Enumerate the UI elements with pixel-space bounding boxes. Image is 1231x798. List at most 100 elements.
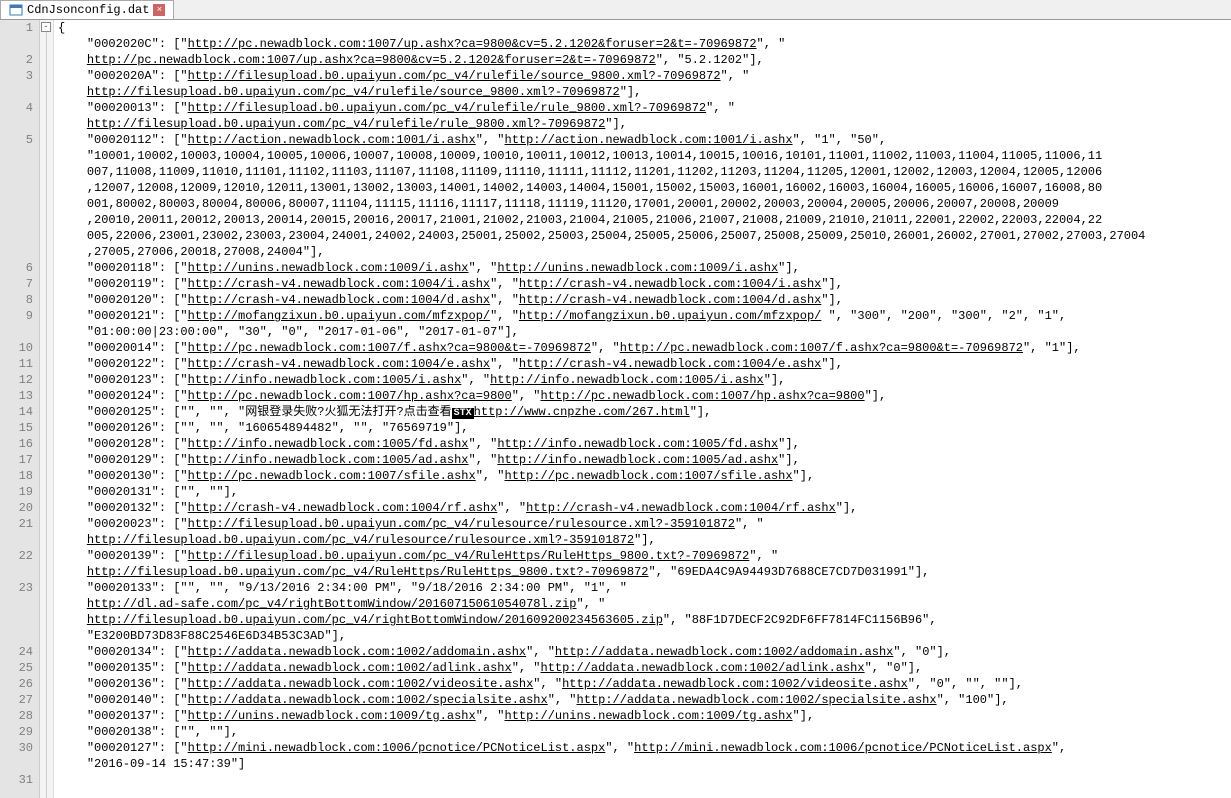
code-text: "00020130": [" <box>87 469 188 483</box>
code-line: 001,80002,80003,80004,80006,80007,11104,… <box>58 196 1231 212</box>
code-line: "00020138": ["", ""], <box>58 724 1231 740</box>
code-text: ", "1", "50", <box>793 133 887 147</box>
code-text: ", "0"], <box>893 645 951 659</box>
code-line: http://filesupload.b0.upaiyun.com/pc_v4/… <box>58 116 1231 132</box>
code-text: "], <box>865 389 887 403</box>
url-text: http://filesupload.b0.upaiyun.com/pc_v4/… <box>87 613 663 627</box>
file-tab[interactable]: CdnJsonconfig.dat × <box>0 0 174 19</box>
code-text: "E3200BD73D83F88C2546E6D34B53C3AD"], <box>87 629 346 643</box>
code-text: "0002020C": [" <box>87 37 188 51</box>
code-text: ", " <box>490 309 519 323</box>
fold-toggle[interactable]: - <box>41 22 51 32</box>
code-line: "00020137": ["http://unins.newadblock.co… <box>58 708 1231 724</box>
code-text: ", " <box>476 133 505 147</box>
code-line: "00020131": ["", ""], <box>58 484 1231 500</box>
code-line: 007,11008,11009,11010,11101,11102,11103,… <box>58 164 1231 180</box>
code-text: 001,80002,80003,80004,80006,80007,11104,… <box>87 197 1059 211</box>
code-text: "00020132": [" <box>87 501 188 515</box>
code-line: "0002020C": ["http://pc.newadblock.com:1… <box>58 36 1231 52</box>
file-icon <box>9 4 23 16</box>
code-text: "2016-09-14 15:47:39"] <box>87 757 245 771</box>
code-content[interactable]: { "0002020C": ["http://pc.newadblock.com… <box>54 20 1231 798</box>
code-line: 005,22006,23001,23002,23003,23004,24001,… <box>58 228 1231 244</box>
code-text: ", "5.2.1202"], <box>656 53 764 67</box>
code-text: "00020139": [" <box>87 549 188 563</box>
code-line: "00020112": ["http://action.newadblock.c… <box>58 132 1231 148</box>
code-text: ", " <box>490 277 519 291</box>
url-text: http://crash-v4.newadblock.com:1004/d.as… <box>188 293 490 307</box>
code-line: "0002020A": ["http://filesupload.b0.upai… <box>58 68 1231 84</box>
code-text: "00020128": [" <box>87 437 188 451</box>
code-text: ", " <box>591 341 620 355</box>
url-text: http://unins.newadblock.com:1009/i.ashx <box>188 261 469 275</box>
url-text: http://mofangzixun.b0.upaiyun.com/mfzxpo… <box>519 309 821 323</box>
code-text: "], <box>793 469 815 483</box>
code-text: 005,22006,23001,23002,23003,23004,24001,… <box>87 229 1146 243</box>
code-text: ", " <box>476 709 505 723</box>
control-char: STX <box>452 408 474 419</box>
close-icon[interactable]: × <box>153 4 165 16</box>
code-line: "00020133": ["", "", "9/13/2016 2:34:00 … <box>58 580 1231 596</box>
code-text: "00020013": [" <box>87 101 188 115</box>
code-text: ", " <box>497 501 526 515</box>
tab-bar: CdnJsonconfig.dat × <box>0 0 1231 20</box>
code-line: "00020023": ["http://filesupload.b0.upai… <box>58 516 1231 532</box>
code-line: "00020129": [" http://info.newadblock.com… <box>58 452 1231 468</box>
code-text: "], <box>821 293 843 307</box>
code-text: "], <box>778 437 800 451</box>
line-number-gutter: 1 2 3 4 5 6 7 8 9 10 11 12 13 14 15 16 1… <box>0 20 40 798</box>
code-text: ", " <box>461 373 490 387</box>
code-text: ", " <box>476 469 505 483</box>
code-line: "00020014": ["http://pc.newadblock.com:1… <box>58 340 1231 356</box>
url-text: http://mini.newadblock.com:1006/pcnotice… <box>188 741 606 755</box>
code-text: "00020136": [" <box>87 677 188 691</box>
code-text: "00020120": [" <box>87 293 188 307</box>
url-text: http://info.newadblock.com:1005/i.ashx <box>188 373 462 387</box>
code-text: "], <box>778 453 800 467</box>
code-line: ,20010,20011,20012,20013,20014,20015,200… <box>58 212 1231 228</box>
code-text: ", "88F1D7DECF2C92DF6FF7814FC1156B96", <box>663 613 937 627</box>
code-line: "00020136": ["http://addata.newadblock.c… <box>58 676 1231 692</box>
code-line: "00020125": ["", "", "网银登录失败?火狐无法打开?点击查看… <box>58 404 1231 420</box>
code-text: ,20010,20011,20012,20013,20014,20015,200… <box>87 213 1102 227</box>
url-text: http://mini.newadblock.com:1006/pcnotice… <box>634 741 1052 755</box>
code-line: "00020132": [" http://crash-v4.newadblock… <box>58 500 1231 516</box>
url-text: http://mofangzixun.b0.upaiyun.com/mfzxpo… <box>188 309 490 323</box>
code-text: ", " <box>757 37 786 51</box>
url-text: http://filesupload.b0.upaiyun.com/pc_v4/… <box>87 85 620 99</box>
code-text: "00020138": ["", ""], <box>87 725 238 739</box>
url-text: http://addata.newadblock.com:1002/videos… <box>188 677 534 691</box>
url-text: http://action.newadblock.com:1001/i.ashx <box>188 133 476 147</box>
code-text: "], <box>821 357 843 371</box>
url-text: http://addata.newadblock.com:1002/videos… <box>562 677 908 691</box>
code-text: "], <box>821 277 843 291</box>
url-text: http://crash-v4.newadblock.com:1004/rf.a… <box>526 501 836 515</box>
url-text: http://crash-v4.newadblock.com:1004/e.as… <box>519 357 821 371</box>
code-line: http://filesupload.b0.upaiyun.com/pc_v4/… <box>58 564 1231 580</box>
code-text: "00020123": [" <box>87 373 188 387</box>
code-text: ", " <box>469 261 498 275</box>
url-text: http://crash-v4.newadblock.com:1004/i.as… <box>519 277 821 291</box>
code-line: "00020121": ["http://mofangzixun.b0.upai… <box>58 308 1231 324</box>
url-text: http://info.newadblock.com:1005/ad.ashx <box>497 453 778 467</box>
code-line: http://dl.ad-safe.com/pc_v4/rightBottomW… <box>58 596 1231 612</box>
url-text: http://filesupload.b0.upaiyun.com/pc_v4/… <box>188 101 706 115</box>
code-text: "00020127": [" <box>87 741 188 755</box>
code-text: ", " <box>469 437 498 451</box>
code-text: { <box>58 21 65 35</box>
url-text: http://info.newadblock.com:1005/fd.ashx <box>188 437 469 451</box>
code-text: ", "100"], <box>937 693 1009 707</box>
code-line: "00020013": ["http://filesupload.b0.upai… <box>58 100 1231 116</box>
url-text: http://pc.newadblock.com:1007/up.ashx?ca… <box>188 37 757 51</box>
url-text: http://pc.newadblock.com:1007/hp.ashx?ca… <box>188 389 512 403</box>
code-line: "00020126": ["", "", "160654894482", "",… <box>58 420 1231 436</box>
code-text: ", "69EDA4C9A94493D7688CE7CD7D031991"], <box>649 565 930 579</box>
code-text: "], <box>690 405 712 419</box>
url-text: http://dl.ad-safe.com/pc_v4/rightBottomW… <box>87 597 577 611</box>
code-text: "00020129": [" <box>87 453 188 467</box>
code-text: "], <box>605 117 627 131</box>
code-line: "E3200BD73D83F88C2546E6D34B53C3AD"], <box>58 628 1231 644</box>
code-line: "01:00:00|23:00:00", "30", "0", "2017-01… <box>58 324 1231 340</box>
code-text: "00020121": [" <box>87 309 188 323</box>
url-text: http://pc.newadblock.com:1007/sfile.ashx <box>505 469 793 483</box>
